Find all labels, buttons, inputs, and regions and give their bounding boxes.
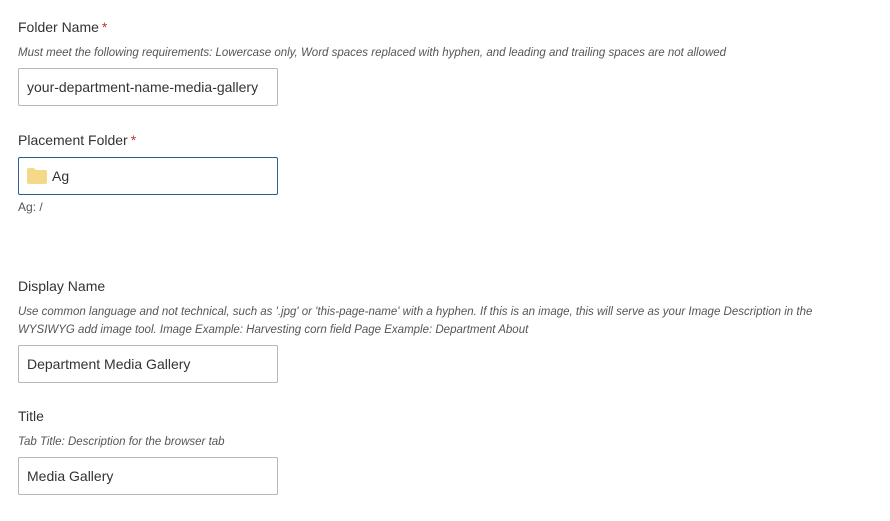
required-indicator: * [101, 19, 108, 35]
folder-name-field: Folder Name * Must meet the following req… [18, 18, 878, 106]
placement-folder-field: Placement Folder * Ag Ag: / [18, 131, 318, 221]
display-name-input[interactable]: Department Media Gallery [18, 345, 278, 383]
placement-folder-path: Ag: / [18, 200, 43, 214]
display-name-label: Display Name [18, 278, 106, 294]
display-name-field: Display Name Use common language and not… [18, 277, 878, 383]
required-indicator: * [130, 132, 137, 148]
placement-folder-label-text: Placement Folder [18, 132, 128, 148]
folder-name-label-text: Folder Name [18, 19, 99, 35]
folder-name-input[interactable]: your-department-name-media-gallery [18, 68, 278, 106]
folder-name-help: Must meet the following requirements: Lo… [18, 47, 727, 59]
placement-folder-label: Placement Folder * [18, 131, 318, 149]
title-label: Title [18, 408, 44, 424]
title-help: Tab Title: Description for the browser t… [18, 436, 225, 448]
folder-icon [27, 168, 47, 184]
folder-name-value: your-department-name-media-gallery [27, 79, 259, 95]
display-name-help-line-2: WYSIWYG add image tool. Image Example: H… [18, 324, 529, 336]
display-name-help-line-1: Use common language and not technical, s… [18, 306, 813, 318]
title-field: Title Tab Title: Description for the bro… [18, 407, 878, 497]
title-input[interactable]: Media Gallery [18, 457, 278, 495]
display-name-value: Department Media Gallery [27, 356, 191, 372]
placement-folder-picker[interactable]: Ag [18, 157, 278, 195]
title-value: Media Gallery [27, 468, 114, 484]
folder-name-label: Folder Name * [18, 18, 878, 36]
placement-folder-value: Ag [52, 168, 70, 184]
